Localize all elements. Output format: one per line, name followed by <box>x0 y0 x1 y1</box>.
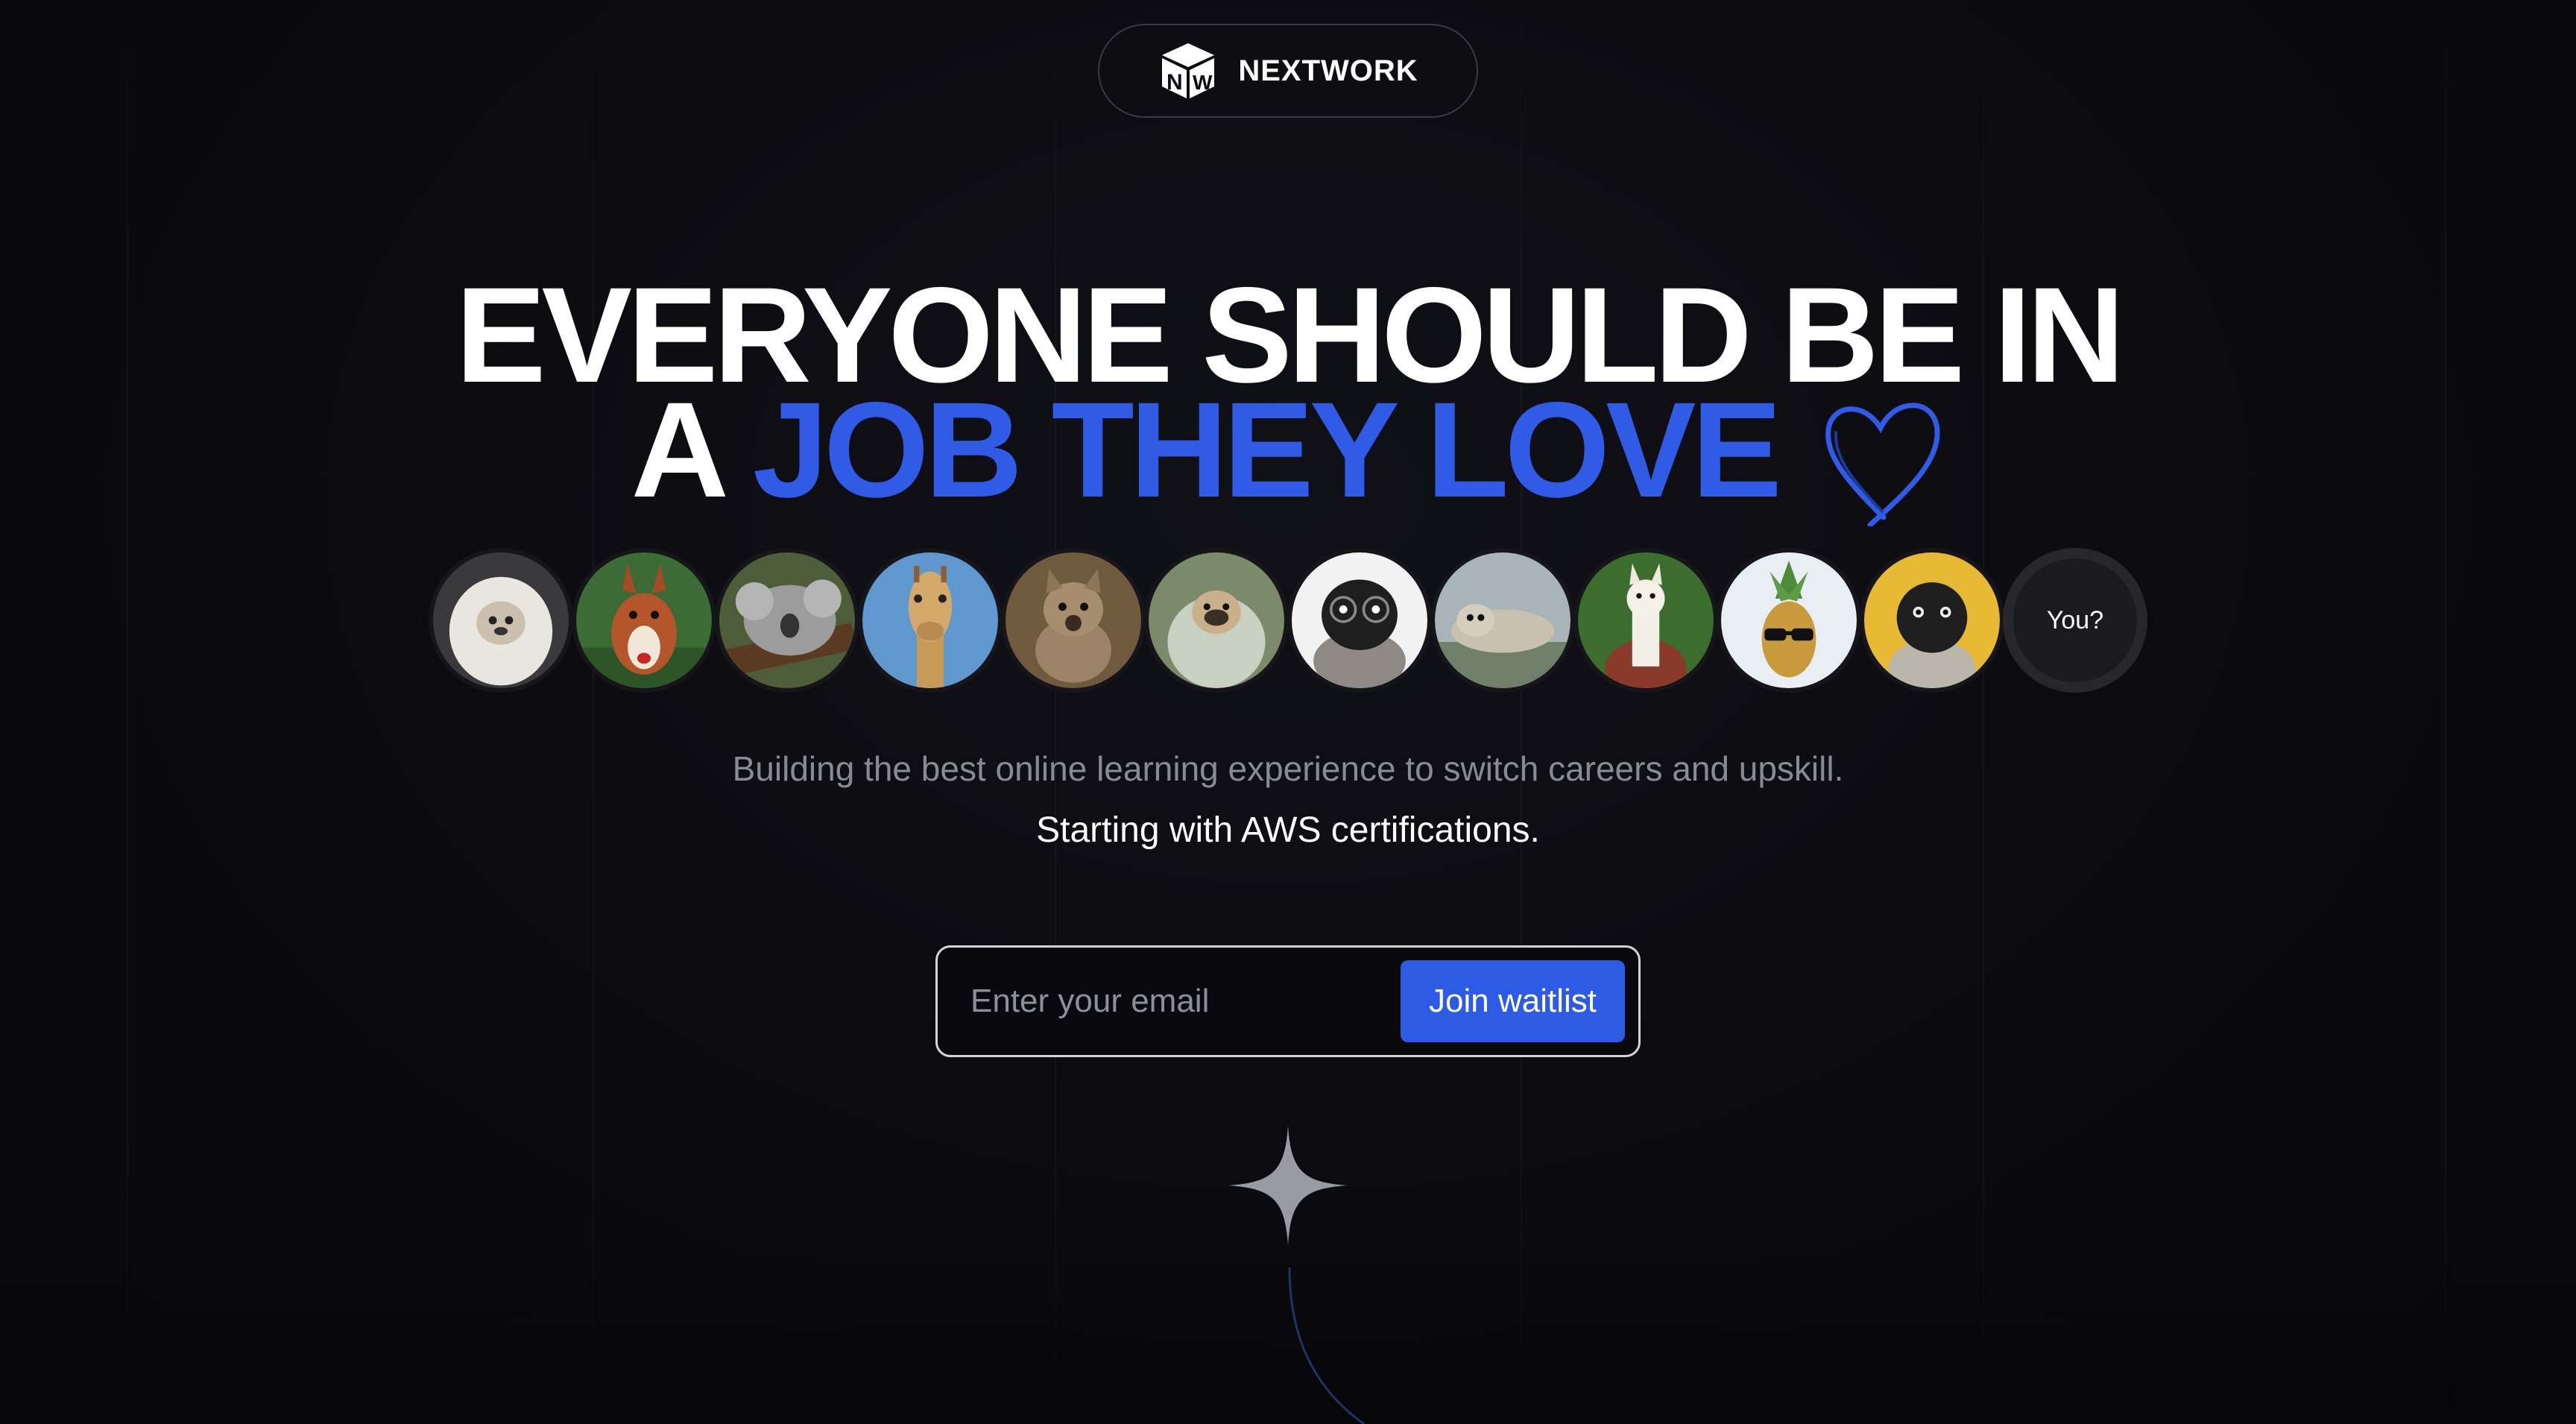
squirrel-avatar <box>572 548 716 693</box>
headline-prefix: A <box>631 374 724 526</box>
decorative-curve <box>1288 1267 1365 1424</box>
join-waitlist-button[interactable]: Join waitlist <box>1401 960 1625 1042</box>
seal-avatar <box>1430 548 1575 693</box>
grid-line <box>593 0 594 1424</box>
grid-line <box>1521 0 1522 1424</box>
email-input[interactable] <box>938 947 1401 1056</box>
hero-subtitle-secondary: Starting with AWS certifications. <box>1036 810 1540 850</box>
hero-headline: EVERYONE SHOULD BE IN A JOB THEY LOVE <box>0 267 2576 526</box>
brand-logo-pill[interactable]: N W NEXTWORK <box>1098 24 1478 118</box>
pug-glasses-avatar <box>1287 548 1432 693</box>
grid-line <box>2445 0 2446 1424</box>
hero-subtitle: Building the best online learning experi… <box>732 749 1844 788</box>
headline-highlight: JOB THEY LOVE <box>752 374 1782 526</box>
pug-blanket-avatar <box>1144 548 1289 693</box>
black-pug-avatar <box>1860 548 2004 693</box>
kitten-avatar <box>1001 548 1146 693</box>
svg-text:N: N <box>1167 70 1183 95</box>
sparkle-icon <box>1228 1126 1348 1245</box>
svg-text:W: W <box>1193 71 1213 94</box>
grid-line <box>1983 0 1984 1424</box>
koala-avatar <box>715 548 859 693</box>
avatar-row: You? <box>429 548 2150 693</box>
brand-name: NEXTWORK <box>1238 54 1418 87</box>
landing-page: N W NEXTWORK EVERYONE SHOULD BE IN A JOB… <box>0 0 2576 1424</box>
waitlist-form: Join waitlist <box>935 945 1641 1057</box>
grid-line <box>127 0 128 1424</box>
headline-line-2: A JOB THEY LOVE <box>0 382 2576 526</box>
giraffe-avatar <box>858 548 1003 693</box>
pineapple-sunglasses-avatar <box>1717 548 1861 693</box>
llama-avatar <box>1573 548 1718 693</box>
nw-cube-logo-icon: N W <box>1162 43 1215 98</box>
you-label: You? <box>2046 605 2104 634</box>
fluffy-dog-avatar <box>429 548 573 693</box>
grid-line <box>1055 0 1056 1424</box>
you-avatar-placeholder: You? <box>2003 548 2147 693</box>
heart-outline-icon <box>1825 403 1940 526</box>
